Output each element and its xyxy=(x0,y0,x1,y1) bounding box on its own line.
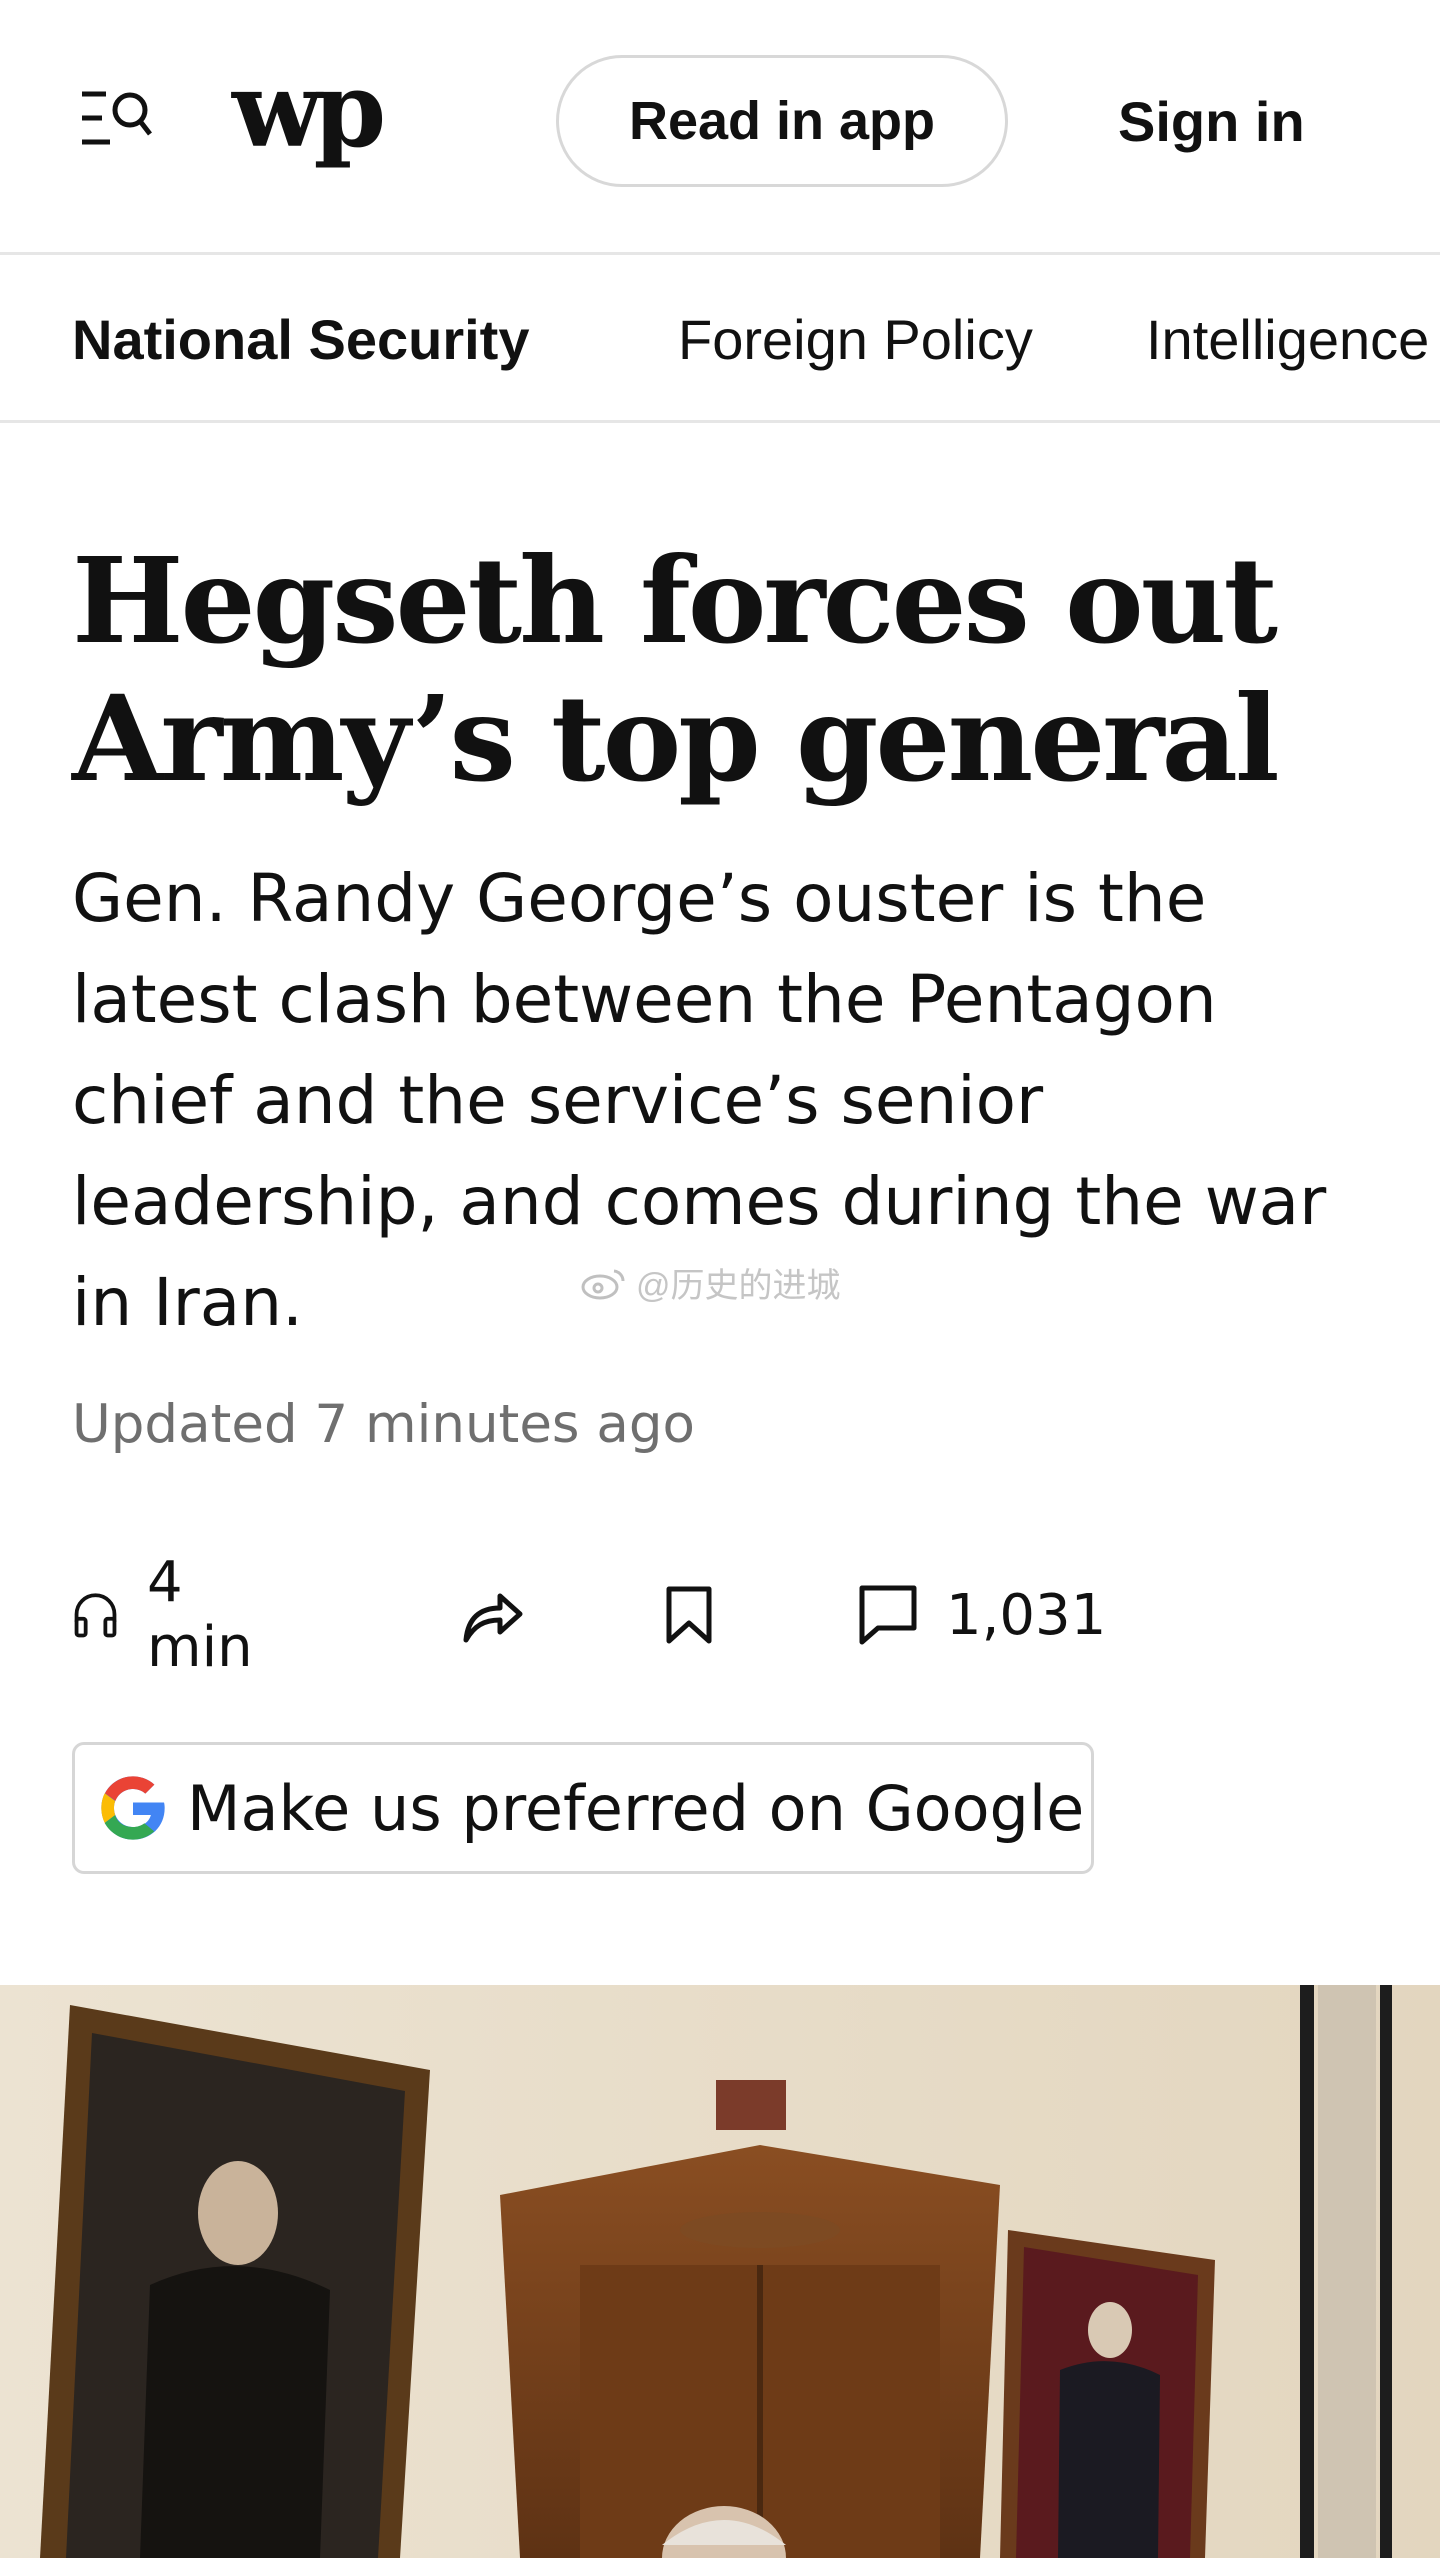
article-timestamp: Updated 7 minutes ago xyxy=(72,1394,695,1455)
comments-count: 1,031 xyxy=(946,1582,1107,1648)
nav-item-intelligence[interactable]: Intelligence xyxy=(1146,307,1429,373)
share-icon xyxy=(463,1593,523,1643)
bookmark-button[interactable] xyxy=(664,1570,714,1660)
section-nav: National Security Foreign Policy Intelli… xyxy=(0,255,1440,423)
nav-item-foreign-policy[interactable]: Foreign Policy xyxy=(678,307,1033,373)
sign-in-link[interactable]: Sign in xyxy=(1118,88,1305,156)
watermark: @历史的进城 xyxy=(580,1258,841,1307)
headphones-icon xyxy=(74,1593,117,1638)
share-button[interactable] xyxy=(460,1570,526,1660)
listen-button[interactable]: 4 min xyxy=(72,1550,268,1680)
article-headline: Hegseth forces out Army’s top general xyxy=(72,531,1280,808)
wp-logo[interactable]: wp xyxy=(232,58,386,162)
nav-item-national-security[interactable]: National Security xyxy=(72,307,529,373)
weibo-icon xyxy=(581,1269,625,1299)
google-preferred-button[interactable]: Make us preferred on Google xyxy=(72,1742,1094,1874)
comments-button[interactable]: 1,031 xyxy=(858,1570,1106,1660)
comment-icon xyxy=(859,1585,917,1645)
bookmark-icon xyxy=(666,1586,712,1644)
read-in-app-button[interactable]: Read in app xyxy=(556,55,1008,187)
hearing-room-image xyxy=(0,1985,1440,2558)
menu-search-icon[interactable] xyxy=(80,88,154,148)
google-preferred-label: Make us preferred on Google xyxy=(187,1771,1085,1845)
google-g-icon xyxy=(101,1776,165,1840)
listen-duration: 4 min xyxy=(147,1550,253,1680)
lead-photo[interactable] xyxy=(0,1985,1440,2558)
watermark-text: @历史的进城 xyxy=(636,1267,841,1305)
top-bar: wp Read in app Sign in xyxy=(0,0,1440,255)
